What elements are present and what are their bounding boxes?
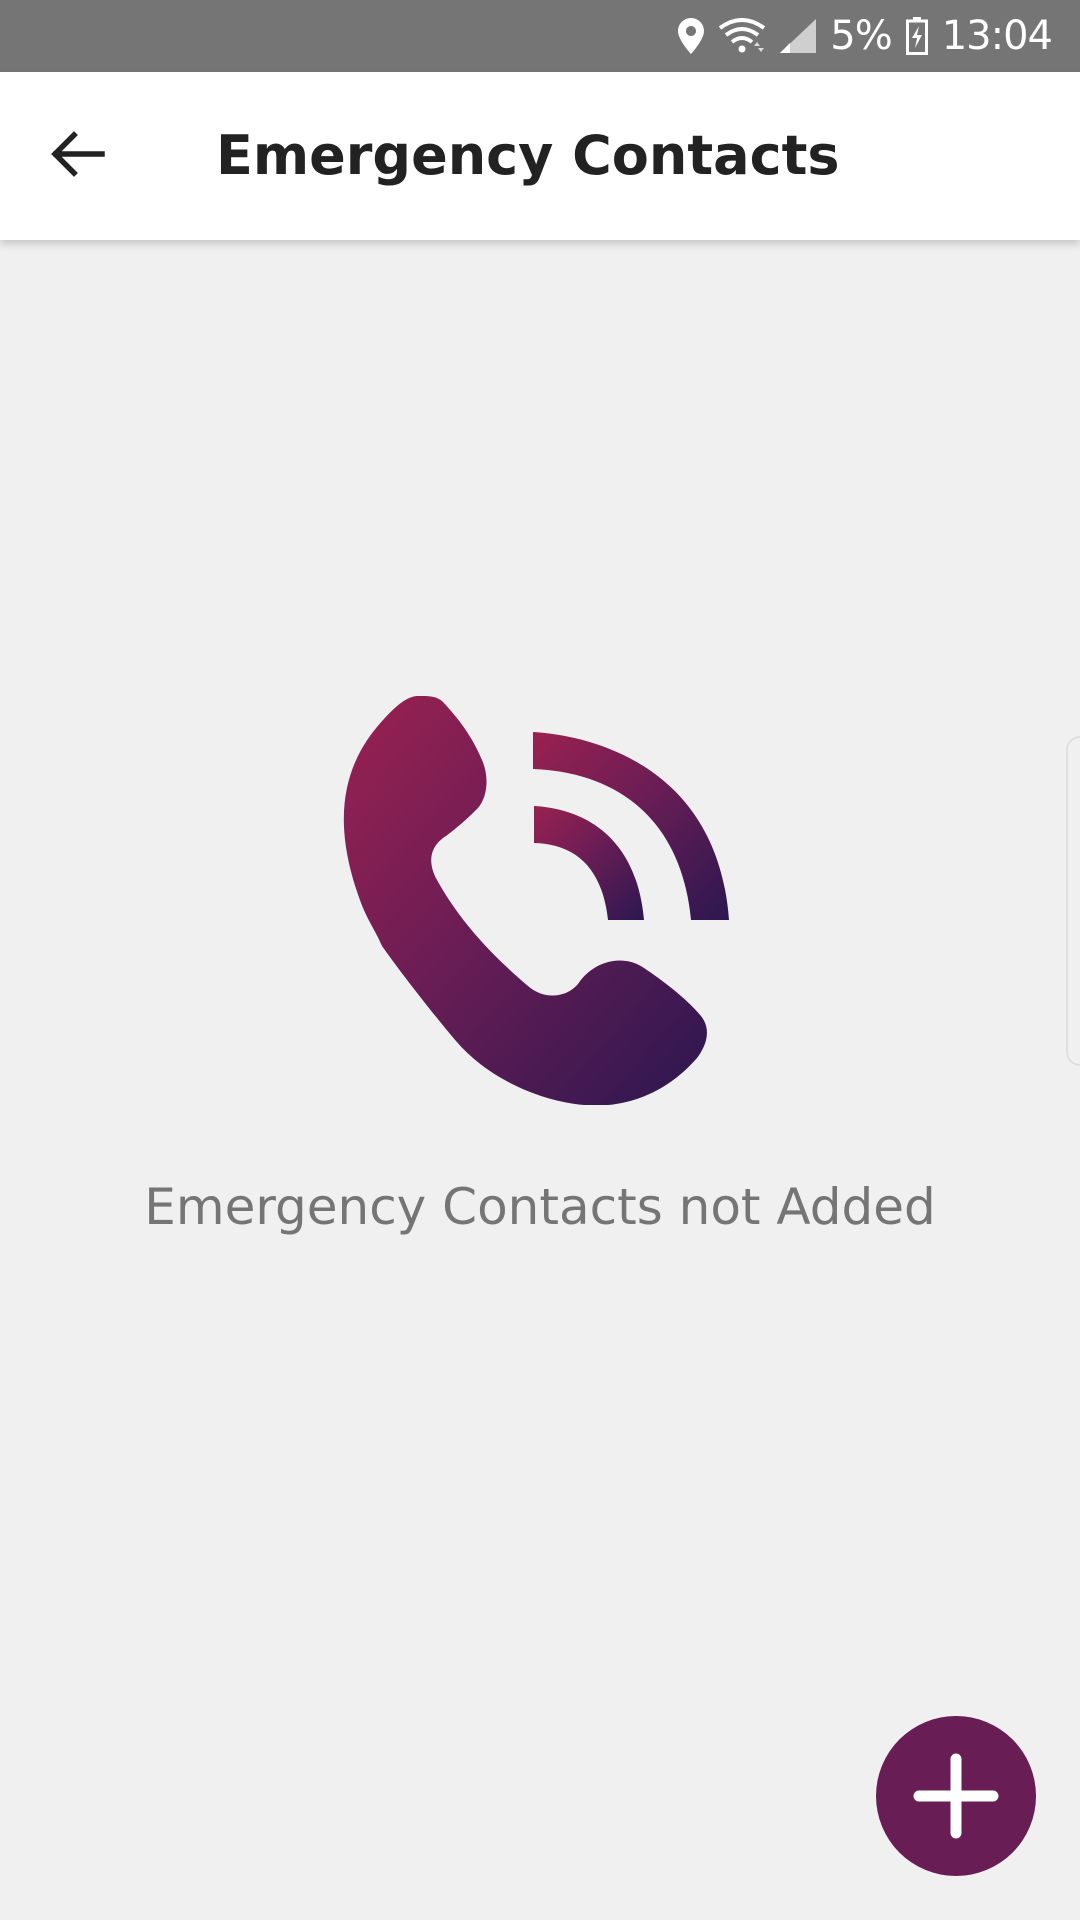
- status-bar: 5% 13:04: [0, 0, 1080, 72]
- plus-icon: [913, 1753, 999, 1839]
- phone-ringing-icon: [343, 696, 729, 1105]
- empty-state: Emergency Contacts not Added: [0, 240, 1080, 1920]
- clock: 13:04: [941, 13, 1053, 59]
- empty-message: Emergency Contacts not Added: [144, 1178, 936, 1236]
- back-button[interactable]: [40, 116, 116, 192]
- app-bar: Emergency Contacts: [0, 72, 1080, 240]
- wifi-icon: [718, 18, 766, 54]
- page-title: Emergency Contacts: [216, 124, 840, 187]
- arrow-left-icon: [51, 131, 105, 177]
- edge-panel-handle[interactable]: [1066, 736, 1080, 1066]
- battery-charging-icon: [905, 17, 928, 55]
- add-contact-button[interactable]: [876, 1716, 1036, 1876]
- signal-icon: [780, 19, 817, 53]
- location-icon: [678, 18, 705, 54]
- battery-percent: 5%: [830, 13, 892, 59]
